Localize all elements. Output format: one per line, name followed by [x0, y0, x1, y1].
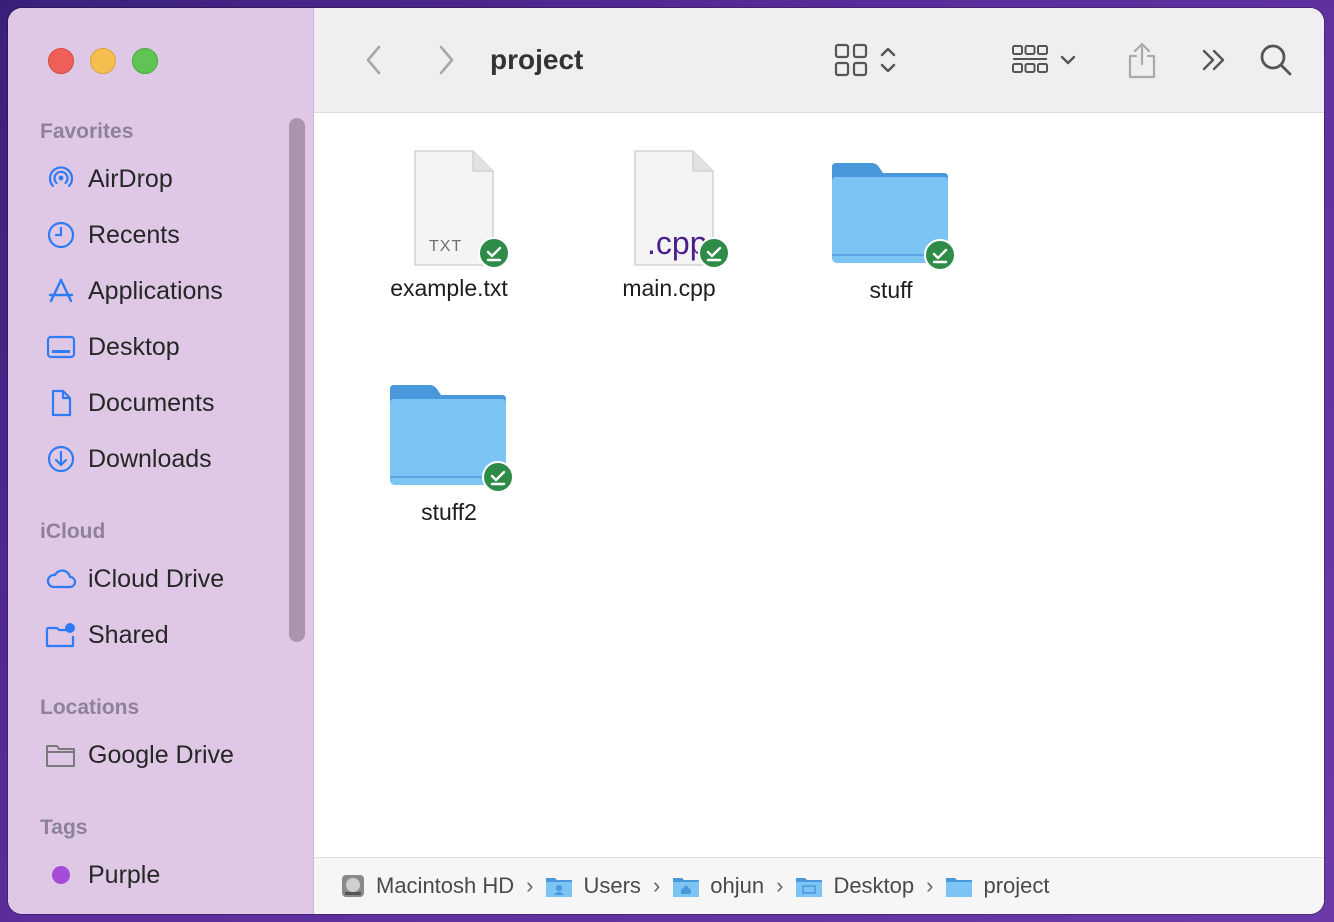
file-browser: TXT example.txt .cpp main.cpp stuff stuf… — [314, 113, 1324, 858]
sync-check-icon — [924, 239, 956, 271]
users-folder-icon — [545, 874, 573, 898]
crumb-label: Macintosh HD — [376, 873, 515, 898]
home-folder-icon — [672, 874, 700, 898]
sidebar-item-label: Google Drive — [88, 740, 234, 769]
sidebar-item-applications[interactable]: Applications — [44, 271, 223, 311]
document-icon — [44, 386, 78, 420]
back-button[interactable] — [354, 36, 394, 84]
forward-button[interactable] — [426, 36, 466, 84]
double-chevron-right-icon — [1202, 49, 1225, 71]
path-separator: › — [652, 873, 661, 898]
search-icon — [1260, 44, 1292, 76]
sidebar: Favorites AirDrop Recents Applications D… — [8, 8, 314, 914]
desktop-folder-icon — [795, 874, 823, 898]
crumb-label: Users — [583, 873, 641, 898]
sync-check-icon — [478, 237, 510, 269]
section-title-locations: Locations — [40, 696, 140, 719]
folder-item[interactable]: stuff2 — [349, 367, 549, 526]
crumb-ohjun[interactable]: ohjun — [672, 873, 764, 899]
crumb-users[interactable]: Users — [545, 873, 641, 899]
sync-check-icon — [698, 237, 730, 269]
path-separator: › — [926, 873, 934, 898]
sidebar-item-tag-purple[interactable]: Purple — [44, 855, 160, 895]
group-by-button[interactable] — [1004, 36, 1084, 84]
hard-drive-icon — [340, 873, 366, 899]
up-down-chevron-icon — [880, 47, 896, 73]
folder-icon — [384, 367, 514, 493]
clock-icon — [44, 218, 78, 252]
finder-window: Favorites AirDrop Recents Applications D… — [8, 8, 1324, 914]
sync-check-icon — [482, 461, 514, 493]
airdrop-icon — [44, 162, 78, 196]
file-name: stuff — [869, 277, 913, 303]
desktop-icon — [44, 330, 78, 364]
crumb-label: Desktop — [833, 873, 915, 898]
path-separator: › — [526, 873, 534, 898]
file-name: main.cpp — [622, 275, 716, 301]
section-title-favorites: Favorites — [40, 120, 134, 143]
sidebar-item-shared[interactable]: Shared — [44, 615, 169, 655]
txt-file-icon: TXT — [389, 145, 510, 269]
path-bar: Macintosh HD › Users › ohjun › Desktop › — [314, 857, 1324, 914]
applications-icon — [44, 274, 78, 308]
search-button[interactable] — [1254, 36, 1298, 84]
sidebar-item-label: iCloud Drive — [88, 564, 225, 593]
minimize-button[interactable] — [90, 48, 116, 74]
folder-icon — [826, 145, 956, 271]
download-icon — [44, 442, 78, 476]
sidebar-item-label: Recents — [88, 220, 180, 249]
section-title-icloud: iCloud — [40, 520, 106, 543]
chevron-down-icon — [1060, 55, 1076, 65]
tag-dot-icon — [44, 858, 78, 892]
sidebar-item-label: Purple — [88, 860, 161, 889]
folder-icon — [945, 874, 973, 898]
cloud-icon — [44, 562, 78, 596]
icon-grid-icon — [834, 43, 868, 77]
crumb-label: project — [983, 873, 1050, 898]
view-mode-button[interactable] — [826, 36, 906, 84]
folder-outline-icon — [44, 738, 78, 772]
share-button[interactable] — [1122, 36, 1162, 84]
section-title-tags: Tags — [40, 816, 88, 839]
more-toolbar-button[interactable] — [1194, 36, 1234, 84]
sidebar-item-label: Desktop — [88, 332, 180, 361]
window-title: project — [490, 44, 584, 75]
sidebar-item-label: AirDrop — [88, 164, 173, 193]
file-item[interactable]: .cpp main.cpp — [569, 145, 769, 302]
crumb-macintosh-hd[interactable]: Macintosh HD — [340, 873, 514, 899]
file-item[interactable]: TXT example.txt — [349, 145, 549, 302]
crumb-project[interactable]: project — [945, 873, 1050, 899]
sidebar-item-label: Applications — [88, 276, 223, 305]
file-name: stuff2 — [421, 499, 477, 525]
path-separator: › — [776, 873, 784, 898]
sidebar-item-label: Documents — [88, 388, 215, 417]
crumb-label: ohjun — [710, 873, 765, 898]
sidebar-item-documents[interactable]: Documents — [44, 383, 214, 423]
sidebar-item-airdrop[interactable]: AirDrop — [44, 159, 173, 199]
sidebar-item-label: Shared — [88, 620, 169, 649]
sidebar-item-label: Downloads — [88, 444, 212, 473]
close-button[interactable] — [48, 48, 74, 74]
zoom-button[interactable] — [132, 48, 158, 74]
sidebar-item-google-drive[interactable]: Google Drive — [44, 735, 234, 775]
cpp-file-icon: .cpp — [609, 145, 730, 269]
folder-item[interactable]: stuff — [791, 145, 991, 304]
sidebar-item-downloads[interactable]: Downloads — [44, 439, 212, 479]
file-type-label: TXT — [429, 238, 463, 255]
file-name: example.txt — [390, 275, 508, 301]
group-grid-icon — [1012, 45, 1048, 73]
crumb-desktop[interactable]: Desktop — [795, 873, 914, 899]
sidebar-item-recents[interactable]: Recents — [44, 215, 180, 255]
toolbar: project — [314, 8, 1324, 113]
chevron-left-icon — [366, 45, 381, 75]
sidebar-item-desktop[interactable]: Desktop — [44, 327, 180, 367]
shared-folder-icon — [44, 618, 78, 652]
chevron-right-icon — [439, 45, 454, 75]
sidebar-item-icloud-drive[interactable]: iCloud Drive — [44, 559, 224, 599]
window-controls — [48, 48, 158, 74]
share-icon — [1128, 42, 1156, 79]
sidebar-scrollbar[interactable] — [289, 118, 305, 642]
